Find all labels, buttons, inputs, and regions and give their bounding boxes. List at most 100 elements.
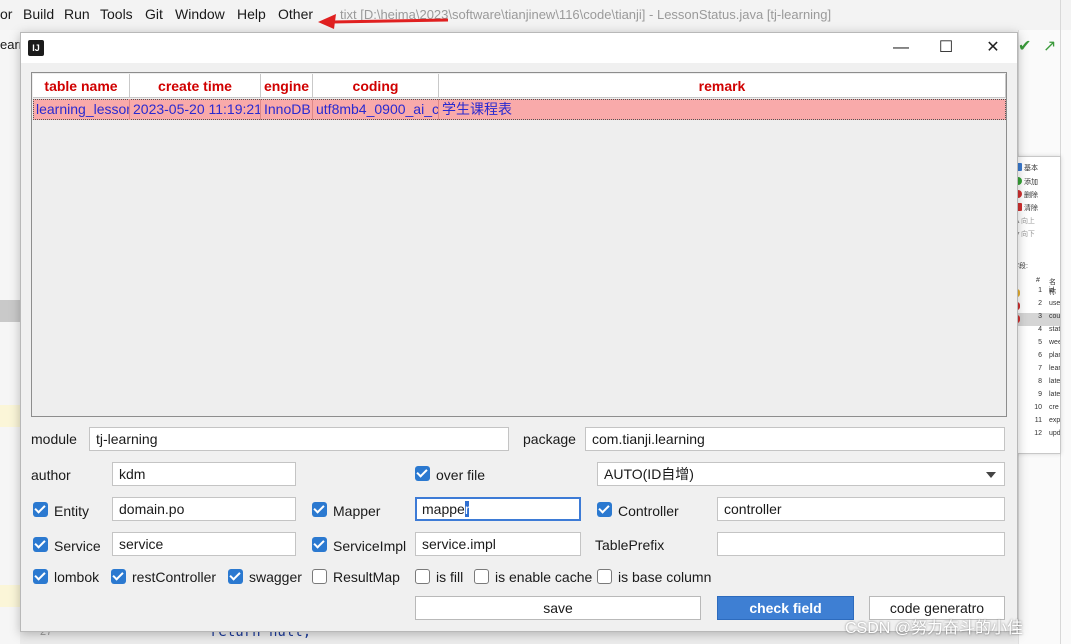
maximize-button[interactable]: ☐ bbox=[926, 36, 966, 60]
serviceimpl-input[interactable]: service.impl bbox=[415, 532, 581, 556]
author-label: author bbox=[31, 467, 71, 483]
field-row[interactable]: 8 late bbox=[1012, 378, 1061, 391]
ide-menubar: or Build Run Tools Git Window Help Other… bbox=[0, 0, 1071, 30]
base-column-checkbox[interactable] bbox=[597, 569, 612, 584]
field-row[interactable]: 6 plan bbox=[1012, 352, 1061, 365]
package-input[interactable]: com.tianji.learning bbox=[585, 427, 1005, 451]
cell-table-name[interactable]: learning_lesson bbox=[33, 99, 130, 120]
basic-label: 基本 bbox=[1024, 165, 1038, 172]
save-button[interactable]: save bbox=[415, 596, 701, 620]
field-row[interactable]: 10 cre bbox=[1012, 404, 1060, 417]
field-name: id bbox=[1049, 287, 1055, 294]
menu-or[interactable]: or bbox=[0, 6, 12, 22]
field-name: upda bbox=[1049, 430, 1061, 437]
controller-input[interactable]: controller bbox=[717, 497, 1005, 521]
mapper-label: Mapper bbox=[333, 503, 381, 519]
field-row[interactable]: 5 wee bbox=[1012, 339, 1061, 352]
column-engine[interactable]: engine bbox=[261, 74, 313, 98]
field-index: 3 bbox=[1038, 313, 1042, 320]
restcontroller-checkbox[interactable] bbox=[111, 569, 126, 584]
table-list[interactable]: table name create time engine coding rem… bbox=[31, 72, 1007, 417]
cell-coding[interactable]: utf8mb4_0900_ai_ci bbox=[313, 99, 439, 120]
field-index: 4 bbox=[1038, 326, 1042, 333]
enable-cache-label: is enable cache bbox=[495, 569, 593, 585]
delete-label: 删除 bbox=[1024, 192, 1038, 199]
field-name: lear bbox=[1049, 365, 1061, 372]
column-coding[interactable]: coding bbox=[313, 74, 439, 98]
module-label: module bbox=[31, 431, 77, 447]
over-file-label: over file bbox=[436, 467, 486, 483]
tableprefix-input[interactable] bbox=[717, 532, 1005, 556]
is-fill-checkbox[interactable] bbox=[415, 569, 430, 584]
field-row[interactable]: 3 cou bbox=[1012, 313, 1060, 326]
arrow-up-right-icon[interactable]: ↗ bbox=[1043, 36, 1056, 56]
column-table-name[interactable]: table name bbox=[33, 74, 130, 98]
mapper-checkbox[interactable] bbox=[312, 502, 327, 517]
field-name: late bbox=[1049, 378, 1061, 385]
field-row[interactable]: 1 id bbox=[1012, 287, 1060, 300]
field-row[interactable]: 7 lear bbox=[1012, 365, 1061, 378]
id-type-value: AUTO(ID自增) bbox=[604, 466, 694, 482]
field-index: 12 bbox=[1034, 430, 1042, 437]
column-remark[interactable]: remark bbox=[439, 74, 1006, 98]
field-name: wee bbox=[1049, 339, 1061, 346]
field-row[interactable]: 4 stat bbox=[1012, 326, 1061, 339]
field-row[interactable]: 2 use bbox=[1012, 300, 1061, 313]
entity-checkbox[interactable] bbox=[33, 502, 48, 517]
cell-create-time[interactable]: 2023-05-20 11:19:21 bbox=[130, 99, 261, 120]
enable-cache-checkbox[interactable] bbox=[474, 569, 489, 584]
field-row[interactable]: 11 exp bbox=[1012, 417, 1061, 430]
check-field-button[interactable]: check field bbox=[717, 596, 854, 620]
over-file-checkbox[interactable] bbox=[415, 466, 430, 481]
field-name: exp bbox=[1049, 417, 1061, 424]
field-name: late bbox=[1049, 391, 1061, 398]
service-input[interactable]: service bbox=[112, 532, 296, 556]
ide-gutter-highlight bbox=[0, 300, 20, 322]
lombok-label: lombok bbox=[54, 569, 100, 585]
tableprefix-label: TablePrefix bbox=[595, 537, 665, 553]
add-label: 添加 bbox=[1024, 179, 1038, 186]
field-name: use bbox=[1049, 300, 1061, 307]
resultmap-label: ResultMap bbox=[333, 569, 400, 585]
field-index: 1 bbox=[1038, 287, 1042, 294]
check-icon[interactable]: ✔ bbox=[1018, 36, 1031, 56]
entity-label: Entity bbox=[54, 503, 90, 519]
field-row[interactable]: 9 late bbox=[1012, 391, 1061, 404]
lombok-checkbox[interactable] bbox=[33, 569, 48, 584]
menu-window[interactable]: Window bbox=[175, 6, 225, 22]
is-fill-label: is fill bbox=[436, 569, 464, 585]
menu-build[interactable]: Build bbox=[23, 6, 54, 22]
swagger-checkbox[interactable] bbox=[228, 569, 243, 584]
menu-git[interactable]: Git bbox=[145, 6, 163, 22]
menu-other[interactable]: Other bbox=[278, 6, 313, 22]
menu-run[interactable]: Run bbox=[64, 6, 90, 22]
field-index: 9 bbox=[1038, 391, 1042, 398]
clear-label: 清除 bbox=[1024, 205, 1038, 212]
minimize-button[interactable]: — bbox=[881, 36, 921, 60]
cell-engine[interactable]: InnoDB bbox=[261, 99, 313, 120]
header-index: # bbox=[1036, 277, 1040, 284]
controller-checkbox[interactable] bbox=[597, 502, 612, 517]
field-row[interactable]: 12 upda bbox=[1012, 430, 1061, 443]
cell-remark[interactable]: 学生课程表 bbox=[439, 99, 999, 120]
menu-help[interactable]: Help bbox=[237, 6, 266, 22]
module-input[interactable]: tj-learning bbox=[89, 427, 509, 451]
field-name: stat bbox=[1049, 326, 1061, 333]
column-create-time[interactable]: create time bbox=[130, 74, 261, 98]
entity-input[interactable]: domain.po bbox=[112, 497, 296, 521]
restcontroller-label: restController bbox=[132, 569, 217, 585]
field-name: plan bbox=[1049, 352, 1061, 359]
serviceimpl-checkbox[interactable] bbox=[312, 537, 327, 552]
code-generator-dialog: IJ — ☐ ✕ table name create time engine c… bbox=[20, 32, 1018, 632]
id-type-select[interactable]: AUTO(ID自增) bbox=[597, 462, 1005, 486]
author-input[interactable]: kdm bbox=[112, 462, 296, 486]
dialog-titlebar[interactable]: IJ — ☐ ✕ bbox=[21, 33, 1017, 63]
resultmap-checkbox[interactable] bbox=[312, 569, 327, 584]
move-up-label: 向上 bbox=[1020, 218, 1035, 225]
field-index: 7 bbox=[1038, 365, 1042, 372]
menu-tools[interactable]: Tools bbox=[100, 6, 133, 22]
service-checkbox[interactable] bbox=[33, 537, 48, 552]
ide-gutter-marker bbox=[0, 405, 20, 427]
close-button[interactable]: ✕ bbox=[973, 36, 1013, 60]
mapper-input[interactable]: mapper bbox=[415, 497, 581, 521]
